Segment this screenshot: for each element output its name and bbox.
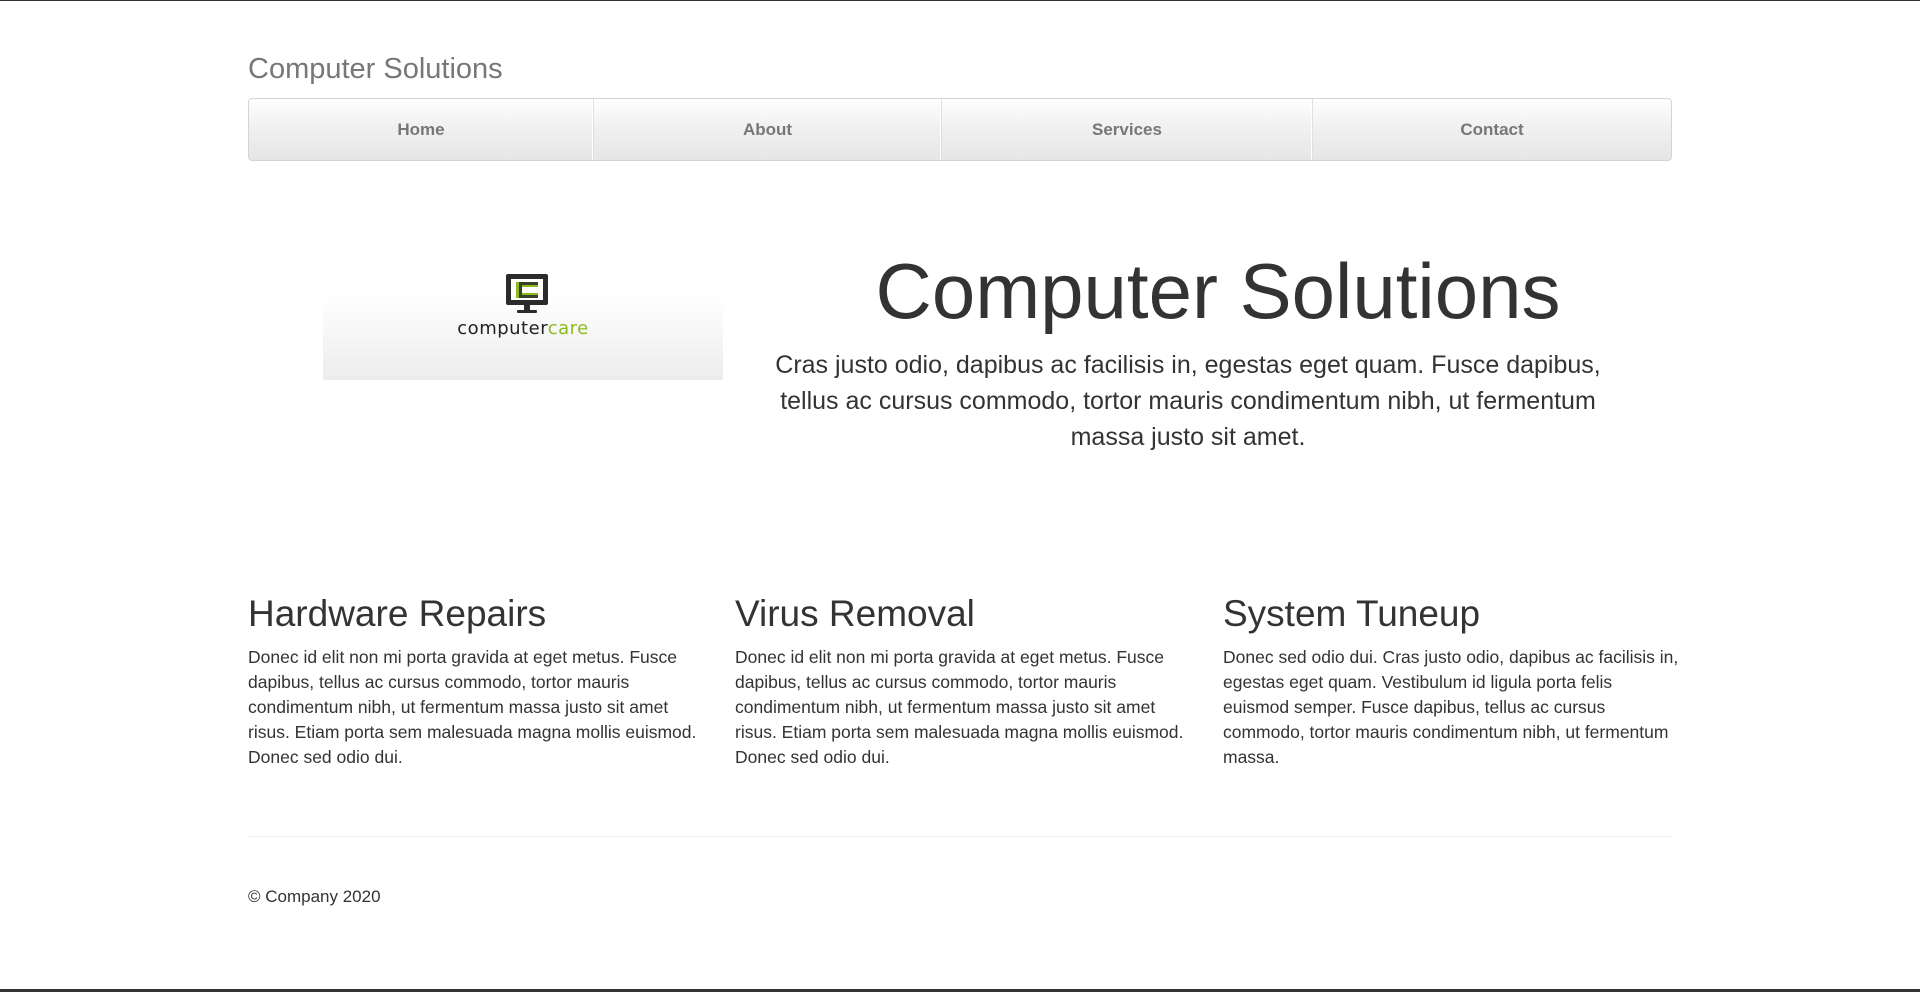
footer-copyright: © Company 2020 <box>248 887 381 906</box>
feature-column: Virus Removal Donec id elit non mi porta… <box>735 588 1195 770</box>
logo-text-accent: care <box>547 318 589 339</box>
footer-divider <box>248 836 1672 837</box>
feature-body: Donec id elit non mi porta gravida at eg… <box>735 647 1184 767</box>
feature-heading: System Tuneup <box>1223 593 1481 634</box>
nav-contact[interactable]: Contact <box>1313 99 1671 160</box>
logo-text-dark: computer <box>457 318 548 339</box>
hero-logo-image: computercare <box>323 226 723 380</box>
site-title: Computer Solutions <box>248 53 503 85</box>
feature-body: Donec sed odio dui. Cras justo odio, dap… <box>1223 647 1679 767</box>
page: Computer Solutions Home About Services C… <box>0 0 1920 992</box>
feature-body: Donec id elit non mi porta gravida at eg… <box>248 647 697 767</box>
nav-home[interactable]: Home <box>249 99 594 160</box>
navbar: Home About Services Contact <box>248 98 1672 161</box>
feature-heading: Hardware Repairs <box>248 593 547 634</box>
logo-wordmark: computercare <box>323 318 723 339</box>
feature-heading: Virus Removal <box>735 593 975 634</box>
hero-title: Computer Solutions <box>875 247 1561 335</box>
feature-column: Hardware Repairs Donec id elit non mi po… <box>248 588 708 770</box>
nav-services[interactable]: Services <box>942 99 1313 160</box>
monitor-icon <box>506 274 548 313</box>
feature-column: System Tuneup Donec sed odio dui. Cras j… <box>1223 588 1683 770</box>
nav-about[interactable]: About <box>594 99 942 160</box>
hero-lead-text: Cras justo odio, dapibus ac facilisis in… <box>775 351 1601 451</box>
